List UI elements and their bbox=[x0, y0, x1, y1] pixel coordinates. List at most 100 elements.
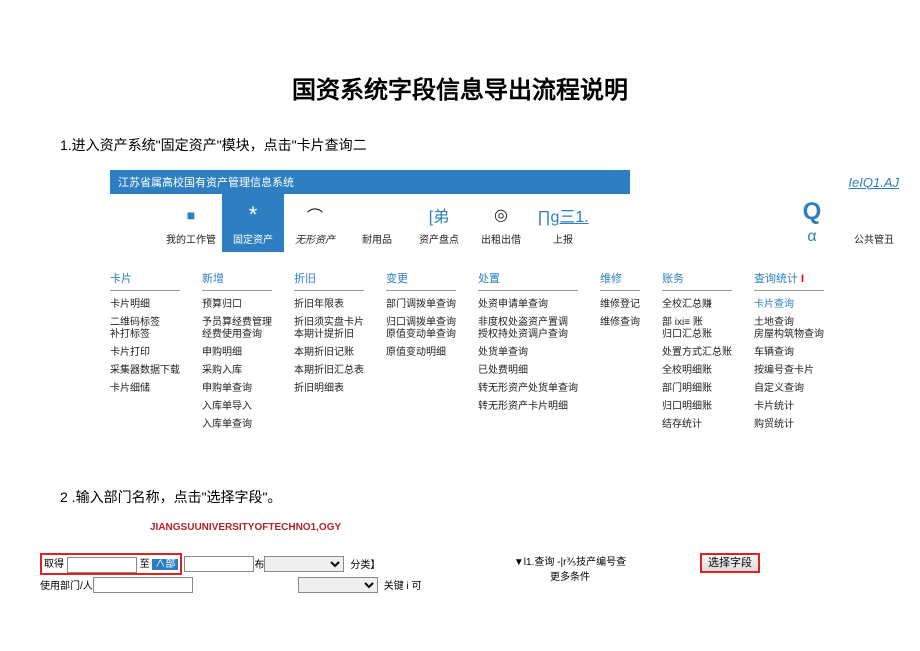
menu-link-3-1[interactable]: 归口调拨单查询原值变动单查询 bbox=[386, 317, 456, 341]
toolbar-label-4: 资产盘点 bbox=[419, 231, 459, 246]
toolbar-label-0: 我的工作管 bbox=[166, 231, 216, 246]
label-acquire: 取得 bbox=[44, 559, 64, 570]
menu-link-6-5[interactable]: 归口明细账 bbox=[662, 401, 732, 413]
menu-link-1-6[interactable]: 入库单查询 bbox=[202, 419, 272, 431]
toolbar-item-4[interactable]: [弟资产盘点 bbox=[408, 194, 470, 252]
label-dept-blue: ∧部 bbox=[152, 559, 178, 570]
toolbar-item-5[interactable]: ◎出租出借 bbox=[470, 194, 532, 252]
toolbar-label-6: 上报 bbox=[553, 231, 573, 246]
menu-link-2-3[interactable]: 本期折旧汇总表 bbox=[294, 365, 364, 377]
date-to-input[interactable] bbox=[184, 556, 254, 572]
menu-link-4-1[interactable]: 非度权处盗资产置调授权持处资调户查询 bbox=[478, 317, 578, 341]
toolbar-item-2[interactable]: ⌒无形资产 bbox=[284, 194, 346, 252]
toolbar-item-7[interactable]: Qα bbox=[781, 194, 843, 252]
toolbar-item-1[interactable]: *固定资产 bbox=[222, 194, 284, 252]
menu-link-6-0[interactable]: 全校汇总赚 bbox=[662, 299, 732, 311]
menu-link-4-3[interactable]: 已处费明细 bbox=[478, 365, 578, 377]
menu-link-6-3[interactable]: 全校明细账 bbox=[662, 365, 732, 377]
menu-col-3: 变更部门调拨单查询归口调拨单查询原值变动单查询原值变动明细 bbox=[386, 270, 478, 437]
menu-link-0-1[interactable]: 二维码标签补打标签 bbox=[110, 317, 180, 341]
menu-link-0-0[interactable]: 卡片明细 bbox=[110, 299, 180, 311]
select-field-button[interactable]: 选择字段 bbox=[700, 553, 760, 573]
dept-input[interactable] bbox=[93, 577, 193, 593]
toolbar-item-3[interactable]: 耐用品 bbox=[346, 194, 408, 252]
app-header-right: IeIQ1.AJ bbox=[630, 175, 905, 190]
menu-link-4-4[interactable]: 转无形资产处货单查询 bbox=[478, 383, 578, 395]
menu-col-6: 账务全校汇总赚部 ixi≡ 账归口汇总账处置方式汇总账全校明细账部门明细账归口明… bbox=[662, 270, 754, 437]
menu-link-7-0[interactable]: 卡片查询 bbox=[754, 299, 824, 311]
label-category-suffix: 】 bbox=[370, 556, 380, 571]
menu-link-1-2[interactable]: 申购明细 bbox=[202, 347, 272, 359]
menu-link-2-0[interactable]: 折旧年限表 bbox=[294, 299, 364, 311]
menu-link-7-2[interactable]: 车辆查询 bbox=[754, 347, 824, 359]
menu-link-6-4[interactable]: 部门明细账 bbox=[662, 383, 732, 395]
menu-link-2-1[interactable]: 折旧须实盘卡片本期计提折旧 bbox=[294, 317, 364, 341]
menu-col-2: 折旧折旧年限表折旧须实盘卡片本期计提折旧本期折旧记账本期折旧汇总表折旧明细表 bbox=[294, 270, 386, 437]
page-title: 国资系统字段信息导出流程说明 bbox=[0, 70, 920, 105]
menu-link-1-0[interactable]: 预算归口 bbox=[202, 299, 272, 311]
toolbar-icon-0: ■ bbox=[187, 201, 195, 229]
menu-link-3-2[interactable]: 原值变动明细 bbox=[386, 347, 456, 359]
menu-link-2-4[interactable]: 折旧明细表 bbox=[294, 383, 364, 395]
menu-header-6: 账务 bbox=[662, 270, 732, 291]
label-use-dept: 使用部门/人 bbox=[40, 577, 93, 592]
menu-link-1-3[interactable]: 采购入库 bbox=[202, 365, 272, 377]
menu-col-4: 处置处资申请单查询非度权处盗资产置调授权持处资调户查询处货单查询已处费明细转无形… bbox=[478, 270, 600, 437]
menu-col-1: 新增预算归口予员算经费管理经费使用查询申购明细采购入库申购单查询入库单导入入库单… bbox=[202, 270, 294, 437]
menu-header-4: 处置 bbox=[478, 270, 578, 291]
menu-link-6-1[interactable]: 部 ixi≡ 账归口汇总账 bbox=[662, 317, 732, 341]
toolbar-item-8[interactable]: 公共管丑 bbox=[843, 194, 905, 252]
toolbar-label-3: 耐用品 bbox=[362, 231, 392, 246]
menu-link-1-5[interactable]: 入库单导入 bbox=[202, 401, 272, 413]
menu-link-4-5[interactable]: 转无形资产卡片明细 bbox=[478, 401, 578, 413]
toolbar-item-0[interactable]: ■ 我的工作管 bbox=[160, 194, 222, 252]
menu-link-0-4[interactable]: 卡片细储 bbox=[110, 383, 180, 395]
label-keyword: 关键 i 可 bbox=[384, 577, 422, 592]
mid-text-1: ▼l1.查询 -|r⅗技产编号查 bbox=[440, 553, 700, 568]
toolbar-item-6[interactable]: ∏g三1. 上报 bbox=[532, 194, 594, 252]
menu-link-1-1[interactable]: 予员算经费管理经费使用查询 bbox=[202, 317, 272, 341]
toolbar-icon-7: Q bbox=[803, 198, 822, 226]
menu-link-2-2[interactable]: 本期折旧记账 bbox=[294, 347, 364, 359]
toolbar-label-2: 无形资产 bbox=[295, 231, 335, 246]
menu-link-1-4[interactable]: 申购单查询 bbox=[202, 383, 272, 395]
category-select-1[interactable] bbox=[264, 556, 344, 572]
menu-header-7: 查询统计 I bbox=[754, 270, 824, 291]
menu-link-4-0[interactable]: 处资申请单查询 bbox=[478, 299, 578, 311]
menu-header-5: 维修 bbox=[600, 270, 640, 291]
toolbar-label-7: α bbox=[807, 228, 816, 246]
label-bu: 布 bbox=[254, 556, 264, 571]
label-to: 至 bbox=[140, 559, 150, 570]
menu-link-5-0[interactable]: 维修登记 bbox=[600, 299, 640, 311]
category-select-2[interactable] bbox=[298, 577, 378, 593]
menu-link-7-1[interactable]: 土地查询房屋构筑物查询 bbox=[754, 317, 824, 341]
menu-header-3: 变更 bbox=[386, 270, 456, 291]
app-title-bar: 江苏省属高校国有资产管理信息系统 bbox=[110, 170, 630, 194]
menu-link-7-4[interactable]: 自定义查询 bbox=[754, 383, 824, 395]
toolbar-icon-5: ◎ bbox=[494, 201, 508, 229]
toolbar-label-8: 公共管丑 bbox=[854, 231, 894, 246]
toolbar-icon-6: ∏g三1. bbox=[537, 201, 588, 229]
menu-link-7-3[interactable]: 按编号查卡片 bbox=[754, 365, 824, 377]
app-screenshot-1: 江苏省属高校国有资产管理信息系统 IeIQ1.AJ ■ 我的工作管 *固定资产⌒无形… bbox=[110, 170, 905, 437]
menu-link-3-0[interactable]: 部门调拨单查询 bbox=[386, 299, 456, 311]
filter-row: 取得 至 ∧部 布 分类 】 使用部门/人 关键 i 可 ▼l1.查询 -|r⅗… bbox=[40, 553, 920, 595]
menu-col-5: 维修维修登记维修查询 bbox=[600, 270, 662, 437]
menu-link-7-6[interactable]: 购贸统计 bbox=[754, 419, 824, 431]
main-toolbar: ■我的工作管*固定资产⌒无形资产耐用品[弟资产盘点◎出租出借∏g三1.上报Qα公… bbox=[110, 194, 905, 252]
date-from-input[interactable] bbox=[67, 557, 137, 573]
menu-link-0-2[interactable]: 卡片打印 bbox=[110, 347, 180, 359]
toolbar-icon-1: * bbox=[249, 201, 258, 229]
university-logo-text: JIANGSUUNIVERSITYOFTECHNO1,OGY bbox=[150, 522, 920, 533]
menu-link-5-1[interactable]: 维修查询 bbox=[600, 317, 640, 329]
mid-text-2: 更多条件 bbox=[440, 568, 700, 583]
menu-link-7-5[interactable]: 卡片统计 bbox=[754, 401, 824, 413]
menu-link-6-6[interactable]: 结存统计 bbox=[662, 419, 732, 431]
toolbar-icon-4: [弟 bbox=[429, 201, 449, 229]
menu-header-1: 新增 bbox=[202, 270, 272, 291]
menu-link-6-2[interactable]: 处置方式汇总账 bbox=[662, 347, 732, 359]
menu-link-4-2[interactable]: 处货单查询 bbox=[478, 347, 578, 359]
label-category: 分类 bbox=[350, 556, 370, 571]
menu-header-2: 折旧 bbox=[294, 270, 364, 291]
menu-link-0-3[interactable]: 采集器数据下载 bbox=[110, 365, 180, 377]
